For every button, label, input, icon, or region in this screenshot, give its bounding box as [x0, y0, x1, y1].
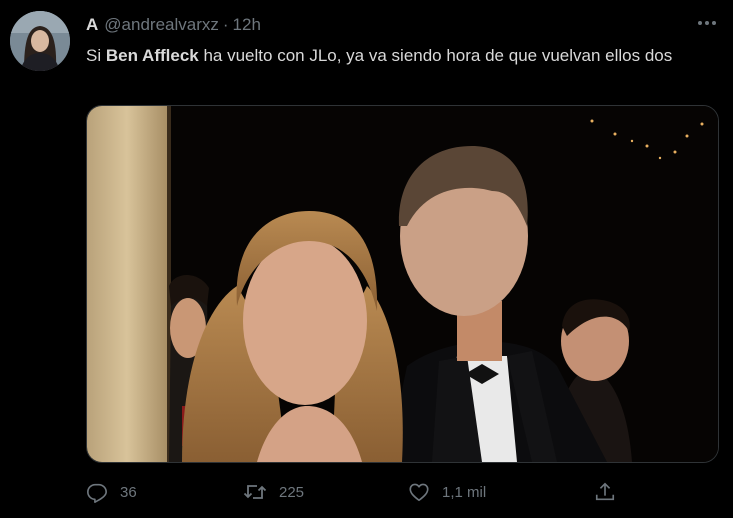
like-count: 1,1 mil [442, 483, 487, 501]
tweet-text-part: Si [86, 46, 106, 65]
more-icon [698, 21, 716, 25]
tweet-media[interactable] [86, 105, 719, 463]
tweet-text-mention: Ben Affleck [105, 46, 199, 65]
author-avatar[interactable] [10, 11, 70, 71]
reply-button[interactable]: 36 [86, 478, 137, 506]
tweet-actions: 36 225 1,1 mil [86, 478, 716, 506]
tweet-header: A @andrealvarxz · 12h [86, 14, 261, 36]
retweet-icon [243, 485, 267, 499]
author-display-name[interactable]: A [86, 15, 98, 35]
tweet-text-part: ha vuelto con JLo, ya va siendo hora de … [198, 46, 673, 65]
header-separator: · [222, 15, 229, 34]
share-button[interactable] [594, 478, 616, 506]
reply-icon [87, 483, 107, 503]
share-icon [595, 482, 615, 501]
reply-count: 36 [120, 483, 137, 501]
tweet-text: Si Ben Affleck ha vuelto con JLo, ya va … [86, 43, 706, 68]
avatar-image [10, 11, 70, 71]
more-options-button[interactable] [694, 12, 720, 34]
like-button[interactable]: 1,1 mil [408, 478, 486, 506]
tweet-photo [87, 106, 718, 462]
retweet-button[interactable]: 225 [243, 478, 304, 506]
author-handle[interactable]: @andrealvarxz [104, 15, 219, 35]
retweet-count: 225 [279, 483, 305, 501]
tweet-timestamp[interactable]: 12h [233, 15, 261, 35]
heart-icon [409, 483, 429, 502]
